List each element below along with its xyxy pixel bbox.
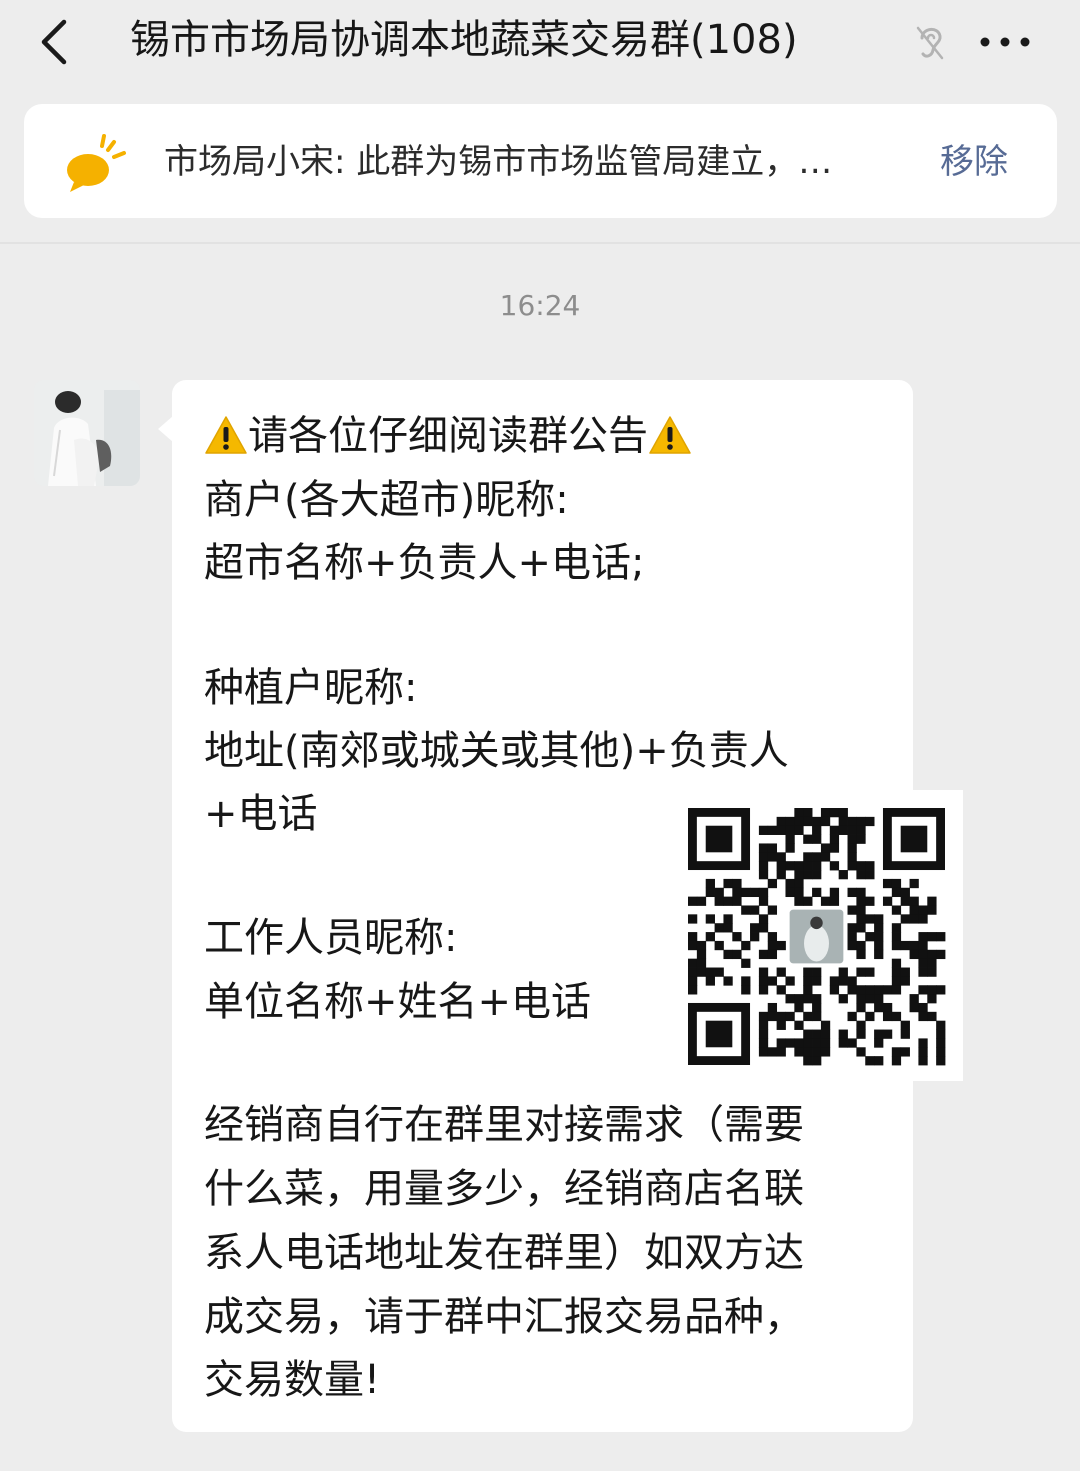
message-line: 系人电话地址发在群里）如双方达: [204, 1230, 804, 1276]
message-line: 交易数量!: [204, 1357, 381, 1403]
more-options-button[interactable]: [975, 20, 1035, 64]
message-line: 成交易，请于群中汇报交易品种，: [204, 1294, 804, 1340]
message-line: 单位名称+姓名+电话: [204, 979, 592, 1025]
warning-triangle-icon: [205, 416, 247, 454]
ellipsis-icon: [980, 37, 1030, 47]
chevron-left-icon: [41, 19, 67, 65]
message-line: 什么菜，用量多少，经销商店名联: [204, 1166, 804, 1212]
message-line: 地址(南郊或城关或其他)+负责人: [204, 728, 789, 774]
pinned-announcement[interactable]: 市场局小宋: 此群为锡市市场监管局建立，… 移除: [24, 104, 1057, 218]
message-line: 经销商自行在群里对接需求（需要: [204, 1102, 804, 1148]
divider: [0, 242, 1080, 244]
announcement-heading: 请各位仔细阅读群公告: [248, 413, 648, 459]
message-line: 超市名称+负责人+电话;: [204, 540, 645, 586]
pinned-message-text: 市场局小宋: 此群为锡市市场监管局建立，…: [164, 142, 833, 182]
ear-muted-icon: [910, 20, 950, 64]
message-line: +电话: [204, 791, 318, 837]
remove-pin-button[interactable]: 移除: [940, 134, 1030, 190]
back-button[interactable]: [30, 14, 78, 70]
warning-triangle-icon: [649, 416, 691, 454]
message-line: 商户(各大超市)昵称:: [204, 477, 569, 523]
message-line: 工作人员昵称:: [204, 915, 458, 961]
speech-bubble-icon: [64, 130, 130, 192]
avatar[interactable]: [34, 380, 140, 486]
qr-code-image[interactable]: [672, 790, 963, 1081]
message-heading-line: 请各位仔细阅读群公告: [204, 404, 692, 468]
qr-code: [688, 808, 946, 1066]
chat-header: 锡市市场局协调本地蔬菜交易群(108): [0, 0, 1080, 92]
message-line: 种植户昵称:: [204, 665, 418, 711]
message-timestamp: 16:24: [499, 289, 581, 322]
chat-title: 锡市市场局协调本地蔬菜交易群(108): [130, 17, 798, 63]
bubble-tail: [158, 416, 173, 442]
